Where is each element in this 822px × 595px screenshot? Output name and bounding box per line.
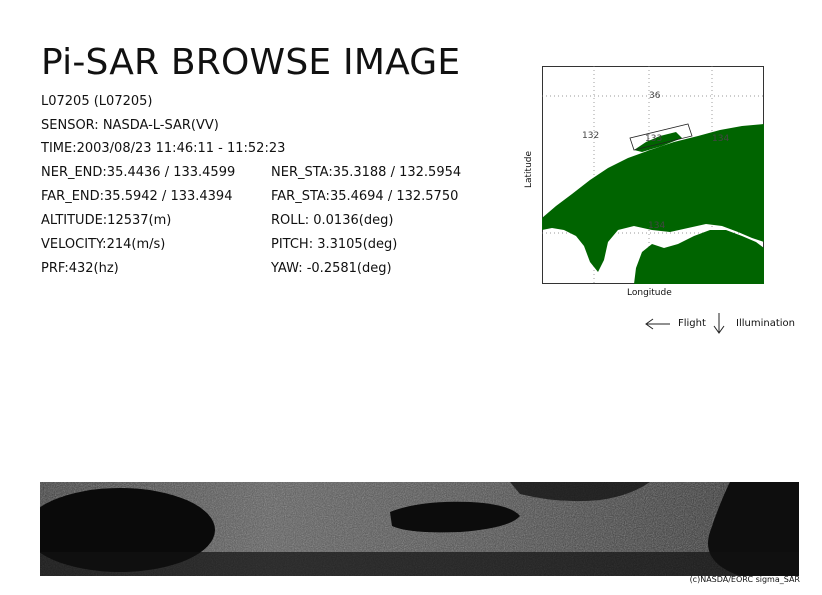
- velocity-text: VELOCITY:214(m/s): [41, 237, 166, 252]
- roll-text: ROLL: 0.0136(deg): [271, 213, 394, 228]
- ner-sta-text: NER_STA:35.3188 / 132.5954: [271, 165, 462, 180]
- grid-label-lon-left: 132: [582, 131, 599, 141]
- grid-label-lon-mid: 133: [645, 134, 662, 144]
- prf-text: PRF:432(hz): [41, 261, 119, 276]
- far-end-text: FAR_END:35.5942 / 133.4394: [41, 189, 233, 204]
- flight-label: Flight: [678, 318, 706, 329]
- illumination-label: Illumination: [736, 318, 795, 329]
- longitude-axis-label: Longitude: [627, 288, 672, 298]
- location-map-svg: 36 132 133 134 134: [542, 66, 764, 284]
- pitch-text: PITCH: 3.3105(deg): [271, 237, 398, 252]
- sensor-text: SENSOR: NASDA-L-SAR(VV): [41, 118, 219, 133]
- grid-label-lat: 36: [649, 91, 661, 101]
- sar-browse-image: [25, 482, 799, 576]
- grid-label-lon-right: 134: [712, 134, 729, 144]
- time-text: TIME:2003/08/23 11:46:11 - 11:52:23: [41, 141, 286, 156]
- scene-id: L07205 (L07205): [41, 94, 153, 109]
- copyright-credit: (c)NASDA/EORC sigma_SAR: [689, 575, 800, 584]
- ner-end-text: NER_END:35.4436 / 133.4599: [41, 165, 236, 180]
- arrow-down-icon: [713, 313, 725, 334]
- far-sta-text: FAR_STA:35.4694 / 132.5750: [271, 189, 459, 204]
- page-title: Pi-SAR BROWSE IMAGE: [41, 42, 461, 83]
- yaw-text: YAW: -0.2581(deg): [271, 261, 392, 276]
- grid-label-lon-bottom: 134: [648, 221, 665, 231]
- latitude-axis-label: Latitude: [524, 150, 534, 188]
- arrow-left-icon: [645, 318, 670, 330]
- altitude-text: ALTITUDE:12537(m): [41, 213, 172, 228]
- location-map: 36 132 133 134 134: [542, 66, 764, 284]
- sar-image-svg: [25, 482, 799, 576]
